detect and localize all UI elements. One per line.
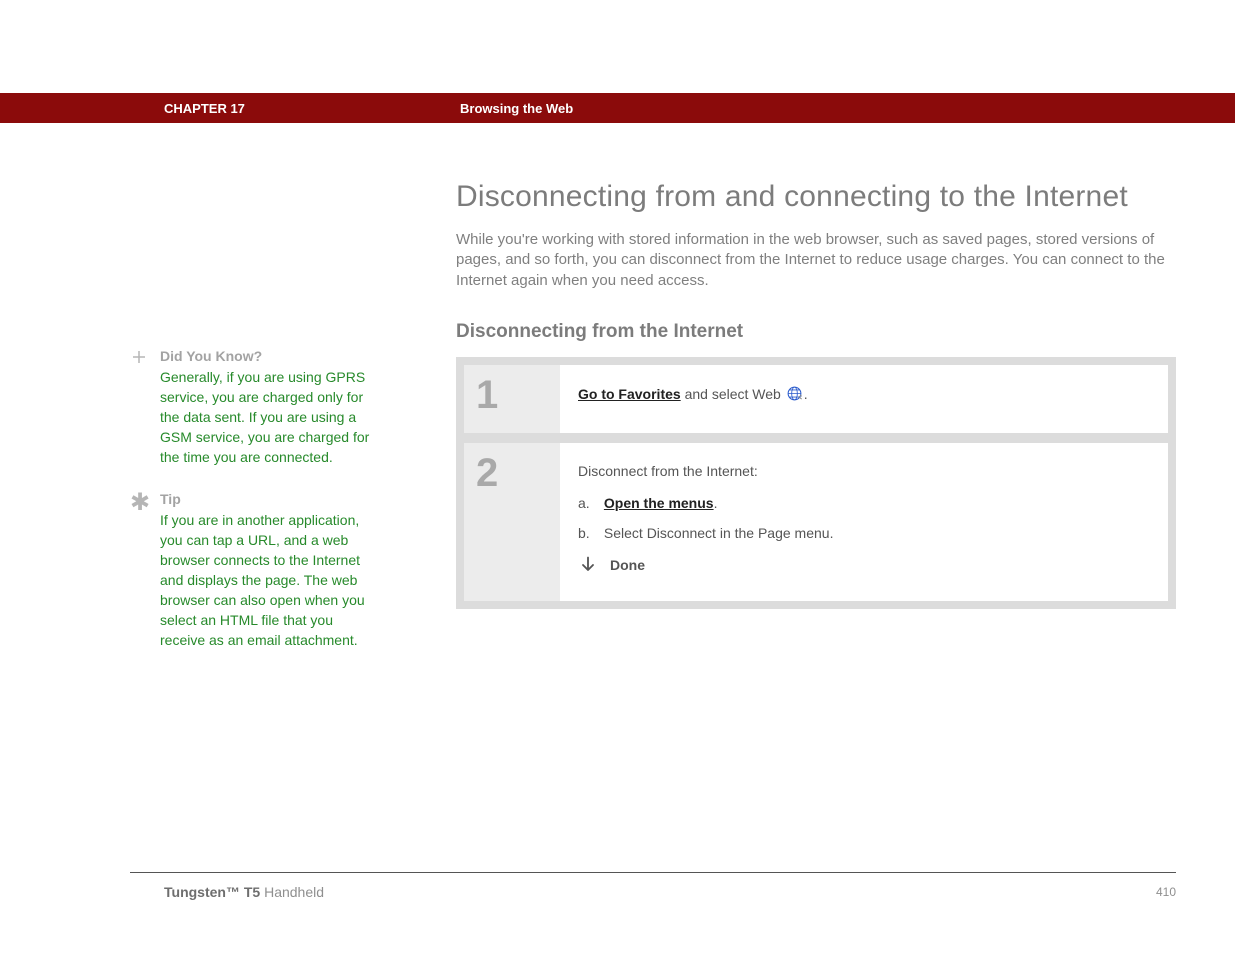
footer-divider (130, 872, 1176, 873)
section-title: Disconnecting from the Internet (456, 321, 1176, 343)
footer: Tungsten™ T5 Handheld 410 (164, 884, 1176, 900)
footer-product-rest: Handheld (260, 884, 324, 900)
substep-a-tail: . (714, 495, 718, 511)
main-content: Disconnecting from and connecting to the… (456, 180, 1176, 609)
step2-lead: Disconnect from the Internet: (578, 463, 1150, 479)
sidebar: Did You Know? Generally, if you are usin… (130, 348, 390, 675)
done-row: Done (578, 555, 1150, 575)
chapter-number: CHAPTER 17 (164, 101, 460, 116)
did-you-know-block: Did You Know? Generally, if you are usin… (130, 348, 390, 467)
intro-paragraph: While you're working with stored informa… (456, 230, 1176, 291)
step-row-2: 2 Disconnect from the Internet: a. Open … (464, 443, 1168, 601)
substep-b-text: Select Disconnect in the Page menu. (604, 525, 834, 541)
did-you-know-body: Generally, if you are using GPRS service… (160, 368, 370, 467)
step-number-2: 2 (476, 453, 560, 493)
chapter-topic: Browsing the Web (460, 101, 573, 116)
did-you-know-title: Did You Know? (160, 348, 370, 364)
step1-tail: . (804, 386, 808, 402)
tip-title: Tip (160, 491, 370, 507)
footer-product-bold: Tungsten™ T5 (164, 884, 260, 900)
open-the-menus-link[interactable]: Open the menus (604, 495, 714, 511)
substep-a: a. Open the menus. (578, 495, 1150, 511)
tip-body: If you are in another application, you c… (160, 511, 370, 650)
chapter-header-bar: CHAPTER 17 Browsing the Web (0, 93, 1235, 123)
done-label: Done (610, 557, 645, 573)
steps-container: 1 Go to Favorites and select Web . 2 Dis… (456, 357, 1176, 609)
substep-a-letter: a. (578, 495, 600, 511)
arrow-down-icon (578, 555, 598, 575)
tip-block: ✱ Tip If you are in another application,… (130, 491, 390, 650)
step-row-1: 1 Go to Favorites and select Web . (464, 365, 1168, 433)
asterisk-icon: ✱ (130, 491, 160, 650)
page-number: 410 (1156, 885, 1176, 899)
plus-icon (130, 348, 160, 467)
step1-text: and select Web (681, 386, 785, 402)
substep-b: b. Select Disconnect in the Page menu. (578, 525, 1150, 541)
go-to-favorites-link[interactable]: Go to Favorites (578, 386, 681, 402)
footer-product: Tungsten™ T5 Handheld (164, 884, 324, 900)
web-globe-icon (786, 385, 803, 402)
step-number-1: 1 (476, 375, 560, 415)
page-title: Disconnecting from and connecting to the… (456, 180, 1176, 214)
substep-b-letter: b. (578, 525, 600, 541)
